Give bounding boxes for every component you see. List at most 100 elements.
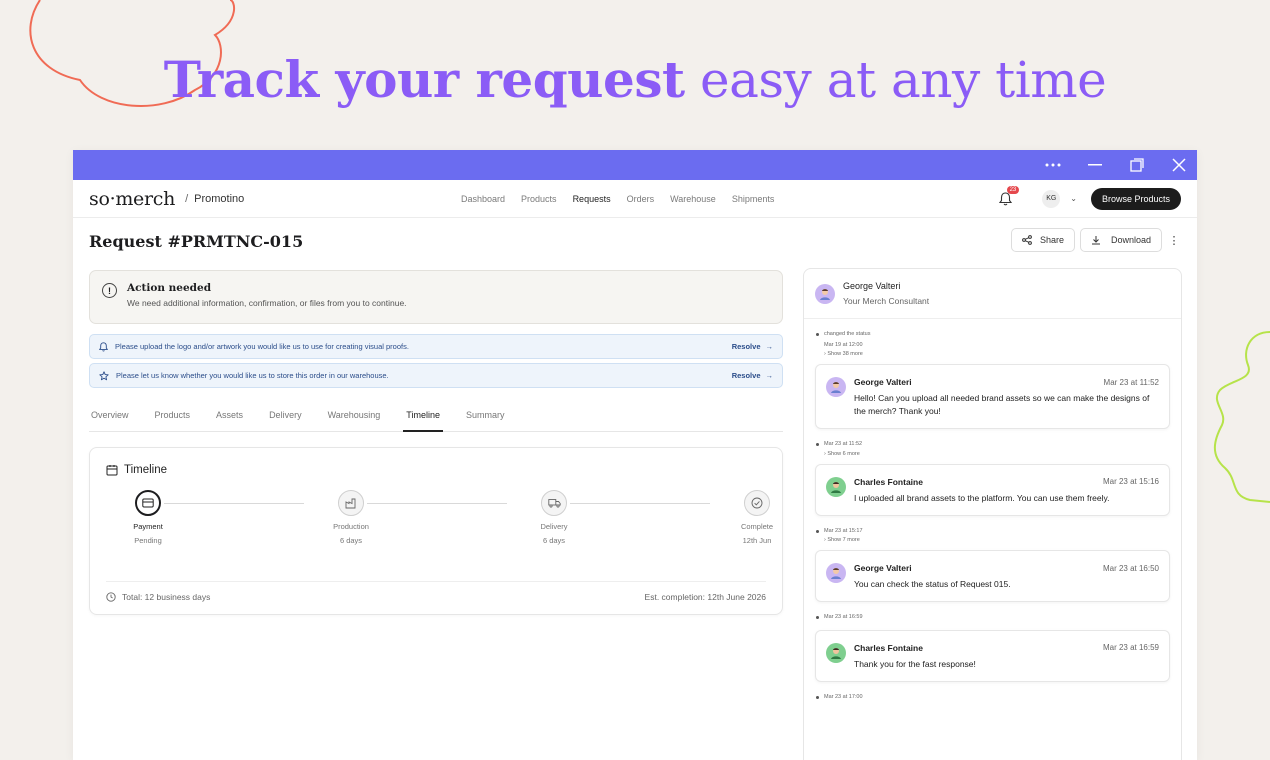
step-label: Production — [333, 522, 369, 531]
more-options-icon[interactable] — [1045, 157, 1061, 173]
timeline-card: Timeline Payment Pending Production 6 da… — [89, 447, 783, 615]
message-text: Hello! Can you upload all needed brand a… — [854, 393, 1150, 416]
event-time: Mar 23 at 15:17 — [815, 526, 1170, 537]
show-more-link[interactable]: › Show 6 more — [815, 451, 1170, 457]
action-title: Action needed — [127, 282, 212, 294]
message-text: I uploaded all brand assets to the platf… — [854, 492, 1110, 503]
nav-link-dashboard[interactable]: Dashboard — [461, 194, 505, 204]
clock-icon — [106, 592, 116, 602]
activity-panel: George Valteri Your Merch Consultant cha… — [803, 268, 1182, 760]
step-label: Delivery — [540, 522, 568, 531]
timeline-step-complete[interactable]: Complete 12th Jun — [717, 490, 797, 545]
show-more-link[interactable]: › Show 38 more — [815, 351, 1170, 357]
resolve-link[interactable]: Resolve → — [732, 342, 773, 351]
request-tabs: Overview Products Assets Delivery Wareho… — [89, 402, 783, 432]
check-circle-icon — [744, 490, 770, 516]
action-needed-box: ! Action needed We need additional infor… — [89, 270, 783, 324]
consultant-header: George Valteri Your Merch Consultant — [804, 269, 1181, 319]
avatar — [826, 563, 846, 583]
avatar — [815, 283, 835, 304]
status-event-time: Mar 19 at 12:00 — [824, 341, 863, 348]
info-icon: ! — [102, 283, 117, 298]
tab-timeline[interactable]: Timeline — [403, 402, 443, 432]
timeline-heading: Timeline — [106, 464, 766, 476]
nav-links: Dashboard Products Requests Orders Wareh… — [461, 180, 774, 218]
step-sub: Pending — [134, 536, 162, 545]
message-text: Thank you for the fast response! — [854, 658, 976, 669]
download-button[interactable]: Download — [1079, 228, 1162, 252]
restore-icon[interactable] — [1129, 157, 1145, 173]
nav-right: 23 KG ⌄ Browse Products — [996, 185, 1181, 210]
message-author: Charles Fontaine — [854, 642, 923, 653]
top-navigation: so·merch / Promotino Dashboard Products … — [73, 180, 1197, 218]
header-actions: Share Download ⋮ — [1010, 228, 1181, 252]
nav-link-warehouse[interactable]: Warehouse — [670, 194, 716, 204]
share-button[interactable]: Share — [1010, 228, 1075, 252]
timeline-step-payment[interactable]: Payment Pending — [108, 490, 188, 545]
notice-text: Please let us know whether you would lik… — [116, 371, 389, 380]
hero-light: easy at any time — [700, 51, 1107, 109]
message-text: You can check the status of Request 015. — [854, 579, 1011, 589]
window-titlebar — [73, 150, 1197, 180]
nav-link-orders[interactable]: Orders — [627, 194, 655, 204]
tab-products[interactable]: Products — [155, 402, 191, 432]
breadcrumb-separator: / — [185, 192, 189, 205]
message-card: Charles Fontaine Mar 23 at 16:59 Thank y… — [815, 629, 1170, 682]
timeline-step-delivery[interactable]: Delivery 6 days — [514, 490, 594, 545]
avatar — [826, 642, 846, 663]
consultant-name: George Valteri — [843, 281, 901, 291]
app-window: so·merch / Promotino Dashboard Products … — [73, 150, 1197, 760]
nav-link-shipments[interactable]: Shipments — [732, 194, 775, 204]
message-time: Mar 23 at 15:16 — [1102, 477, 1159, 486]
breadcrumb-org[interactable]: Promotino — [194, 193, 244, 205]
nav-link-requests[interactable]: Requests — [573, 194, 611, 204]
logo[interactable]: so·merch — [89, 188, 175, 210]
step-label: Payment — [133, 522, 163, 531]
tab-overview[interactable]: Overview — [91, 402, 129, 432]
request-main: ! Action needed We need additional infor… — [89, 270, 783, 615]
hero-heading: Track your request easy at any time — [0, 50, 1270, 109]
step-sub: 6 days — [542, 536, 566, 545]
tab-warehousing[interactable]: Warehousing — [328, 402, 381, 432]
consultant-role: Your Merch Consultant — [843, 296, 930, 306]
tab-summary[interactable]: Summary — [466, 402, 505, 432]
kebab-menu-icon[interactable]: ⋮ — [1167, 234, 1181, 247]
message-card: George Valteri Mar 23 at 16:50 You can c… — [815, 550, 1170, 602]
hero-bold: Track your request — [163, 50, 685, 109]
message-time: Mar 23 at 11:52 — [1103, 377, 1159, 387]
message-time: Mar 23 at 16:59 — [1102, 643, 1159, 652]
resolve-link[interactable]: Resolve → — [732, 371, 773, 380]
nav-link-products[interactable]: Products — [521, 194, 557, 204]
step-label: Complete — [740, 522, 774, 531]
tab-assets[interactable]: Assets — [216, 402, 243, 432]
timeline-step-production[interactable]: Production 6 days — [311, 490, 391, 545]
show-more-link[interactable]: › Show 7 more — [815, 537, 1170, 543]
calendar-icon — [106, 465, 118, 476]
message-author: George Valteri — [854, 563, 912, 573]
chevron-down-icon[interactable]: ⌄ — [1070, 194, 1077, 203]
close-icon[interactable] — [1171, 157, 1187, 173]
tab-delivery[interactable]: Delivery — [269, 402, 302, 432]
card-icon — [135, 490, 161, 516]
share-icon — [1022, 235, 1032, 245]
factory-icon — [338, 490, 364, 516]
download-label: Download — [1110, 235, 1151, 245]
status-event: changed the status — [815, 329, 1170, 340]
avatar — [826, 377, 846, 397]
minimize-icon[interactable] — [1087, 157, 1103, 173]
decorative-squiggle — [1213, 331, 1270, 503]
notice-warehouse: Please let us know whether you would lik… — [89, 363, 783, 388]
download-icon — [1091, 236, 1100, 245]
timeline-footer: Total: 12 business days Est. completion:… — [106, 581, 766, 602]
notifications-bell-icon[interactable]: 23 — [996, 185, 1020, 208]
step-sub: 12th Jun — [742, 536, 772, 545]
arrow-right-icon: → — [765, 371, 774, 380]
activity-feed: changed the status Mar 19 at 12:00 › Sho… — [804, 319, 1181, 712]
message-time: Mar 23 at 16:50 — [1102, 563, 1159, 573]
message-author: George Valteri — [854, 377, 912, 387]
user-avatar[interactable]: KG — [1042, 189, 1061, 208]
event-time: Mar 23 at 11:52 — [815, 439, 1170, 450]
event-time: Mar 23 at 17:00 — [815, 692, 1170, 703]
browse-products-button[interactable]: Browse Products — [1090, 187, 1181, 210]
step-sub: 6 days — [339, 536, 363, 545]
